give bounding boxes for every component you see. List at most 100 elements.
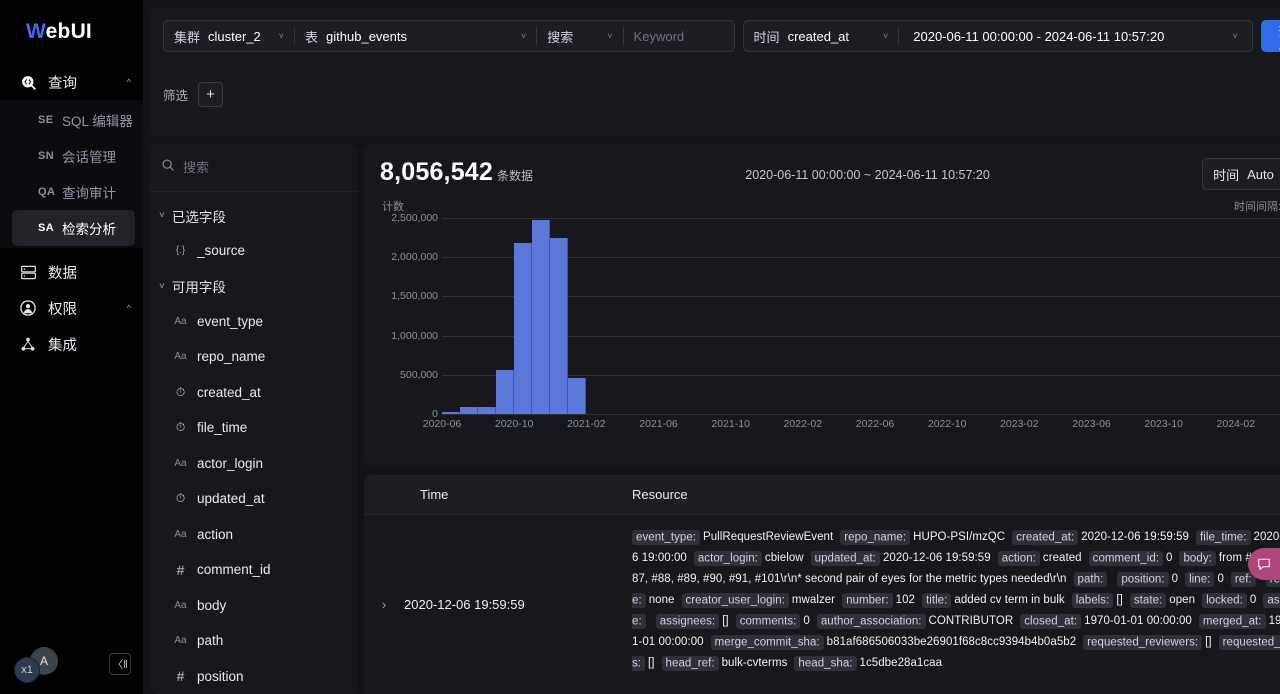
- json-value: 1c5dbe28a1caa: [860, 657, 943, 669]
- sidebar-item-data[interactable]: 数据: [0, 254, 143, 290]
- sidebar-item-query[interactable]: 查询 ^: [0, 64, 143, 100]
- json-value: 0: [1217, 573, 1223, 585]
- result-count-value: 8,056,542: [380, 158, 493, 186]
- field-item-_source[interactable]: {.} _source: [149, 233, 358, 269]
- table-row[interactable]: › 2020-12-06 19:59:59 event_type:PullReq…: [364, 515, 1280, 694]
- json-key: created_at:: [1012, 530, 1078, 545]
- sidebar-item-search-analysis[interactable]: SA 检索分析: [12, 210, 135, 246]
- json-value: mwalzer: [792, 594, 835, 606]
- collapse-panel-icon[interactable]: 〈‖: [109, 653, 131, 675]
- app-root: WebUI 查询 ^ SE SQL 编辑器 SN 会话管理 QA: [0, 0, 1280, 694]
- chart-bar[interactable]: [514, 243, 532, 414]
- field-item-file_time-label: file_time: [197, 420, 247, 435]
- fields-group-available[interactable]: ˅ 可用字段: [149, 269, 358, 304]
- interval-selector[interactable]: 时间 Auto ˅: [1202, 158, 1280, 190]
- fields-group-selected[interactable]: ˅ 已选字段: [149, 198, 358, 233]
- chart-bar[interactable]: [532, 220, 550, 414]
- field-item-file_time[interactable]: ⏱ file_time: [149, 410, 358, 446]
- cluster-value: cluster_2: [208, 29, 261, 44]
- support-chat-icon[interactable]: [1248, 548, 1280, 580]
- sidebar-item-sql-editor-code: SE: [38, 114, 62, 126]
- time-range-picker[interactable]: 2020-06-11 00:00:00 - 2024-06-11 10:57:2…: [899, 21, 1251, 51]
- app-logo: WebUI: [0, 0, 143, 44]
- sidebar-item-permission[interactable]: 权限 ^: [0, 290, 143, 326]
- chart-bar[interactable]: [496, 370, 514, 414]
- chevron-right-icon[interactable]: ›: [378, 597, 390, 612]
- field-item-action-label: action: [197, 527, 233, 542]
- chart-bar[interactable]: [550, 238, 568, 414]
- field-item-created_at[interactable]: ⏱ created_at: [149, 375, 358, 411]
- text-type-icon-4: Aa: [173, 529, 188, 540]
- json-key: number:: [842, 593, 893, 608]
- chart-bars[interactable]: [442, 218, 1280, 414]
- json-value: 102: [896, 594, 915, 606]
- results-table: Time Resource › 2020-12-06 19:59:59 even…: [364, 475, 1280, 694]
- keyword-input[interactable]: [624, 21, 734, 51]
- field-item-created_at-label: created_at: [197, 385, 261, 400]
- field-item-position[interactable]: # position: [149, 659, 358, 694]
- json-key: updated_at:: [811, 551, 880, 566]
- json-key: author_association:: [817, 614, 926, 629]
- sidebar-item-query-audit[interactable]: QA 查询审计: [12, 174, 135, 210]
- clock-icon-created: ⏱: [173, 385, 188, 400]
- clock-icon-filetime: ⏱: [173, 420, 188, 435]
- x-tick-label: 2021-02: [567, 418, 606, 430]
- json-key: actor_login:: [694, 551, 762, 566]
- sidebar-item-query-audit-label: 查询审计: [62, 182, 116, 202]
- json-key: merged_at:: [1199, 614, 1266, 629]
- cell-time: › 2020-12-06 19:59:59: [364, 515, 632, 694]
- y-tick-label: 2,500,000: [391, 212, 438, 224]
- table-selector[interactable]: 表 github_events ˅: [295, 21, 536, 51]
- json-value: 2020-12-06 19:59:59: [1081, 531, 1189, 543]
- json-value: 2020-12-06 19:59:59: [883, 552, 991, 564]
- sidebar-item-permission-label: 权限: [48, 298, 123, 319]
- x-tick-label: 2023-06: [1072, 418, 1111, 430]
- sidebar-item-sql-editor[interactable]: SE SQL 编辑器: [12, 102, 135, 138]
- field-item-actor_login[interactable]: Aa actor_login: [149, 446, 358, 482]
- add-filter-button[interactable]: +: [198, 82, 223, 107]
- sidebar-item-query-label: 查询: [48, 72, 123, 93]
- json-value: cbielow: [765, 552, 804, 564]
- field-item-path[interactable]: Aa path: [149, 623, 358, 659]
- sub-nav-query: SE SQL 编辑器 SN 会话管理 QA 查询审计 SA 检索分析: [0, 100, 143, 248]
- sidebar-item-integration[interactable]: 集成: [0, 326, 143, 362]
- chart-bar[interactable]: [460, 407, 478, 414]
- x-tick-label: 2021-06: [639, 418, 678, 430]
- json-value: 0: [1172, 573, 1178, 585]
- field-item-updated_at[interactable]: ⏱ updated_at: [149, 481, 358, 517]
- sidebar-item-session-manage[interactable]: SN 会话管理: [12, 138, 135, 174]
- field-item-action[interactable]: Aa action: [149, 517, 358, 553]
- chart-bar[interactable]: [442, 412, 460, 414]
- json-key: head_ref:: [662, 656, 719, 671]
- y-tick-label: 500,000: [400, 369, 438, 381]
- json-value: bulk-cvterms: [722, 657, 788, 669]
- time-field-selector[interactable]: 时间 created_at ˅: [744, 21, 899, 51]
- query-button[interactable]: 查询: [1261, 20, 1280, 52]
- json-value: HUPO-PSI/mzQC: [913, 531, 1005, 543]
- search-mode-selector[interactable]: 搜索 ˅: [537, 21, 622, 51]
- chart-bar[interactable]: [568, 378, 586, 414]
- fields-search-input[interactable]: [183, 160, 358, 175]
- field-item-comment_id[interactable]: # comment_id: [149, 552, 358, 588]
- avatar-badge[interactable]: x1: [14, 657, 40, 683]
- field-item-body[interactable]: Aa body: [149, 588, 358, 624]
- cluster-label: 集群: [174, 27, 200, 46]
- time-range-value: 2020-06-11 00:00:00 - 2024-06-11 10:57:2…: [913, 29, 1164, 44]
- field-item-repo_name[interactable]: Aa repo_name: [149, 339, 358, 375]
- fields-panel: ˅ 已选字段 {.} _source ˅ 可用字段 Aa event_type: [149, 144, 358, 694]
- json-value: []: [1116, 594, 1123, 606]
- json-key: line:: [1185, 572, 1214, 587]
- sidebar-footer: A x1 〈‖: [0, 644, 143, 684]
- x-tick-label: 2020-10: [495, 418, 534, 430]
- logo-text: ebUI: [46, 20, 92, 43]
- sidebar-item-data-label: 数据: [48, 262, 131, 283]
- sidebar-item-sql-editor-label: SQL 编辑器: [62, 110, 133, 130]
- x-tick-label: 2022-10: [928, 418, 967, 430]
- avatar-group[interactable]: A x1: [12, 647, 64, 681]
- field-item-event_type[interactable]: Aa event_type: [149, 304, 358, 340]
- json-key: head_sha:: [794, 656, 856, 671]
- x-tick-label: 2020-06: [423, 418, 462, 430]
- cluster-selector[interactable]: 集群 cluster_2 ˅: [164, 21, 294, 51]
- chart-bar[interactable]: [478, 407, 496, 414]
- chevron-down-icon-cluster: ˅: [279, 31, 284, 41]
